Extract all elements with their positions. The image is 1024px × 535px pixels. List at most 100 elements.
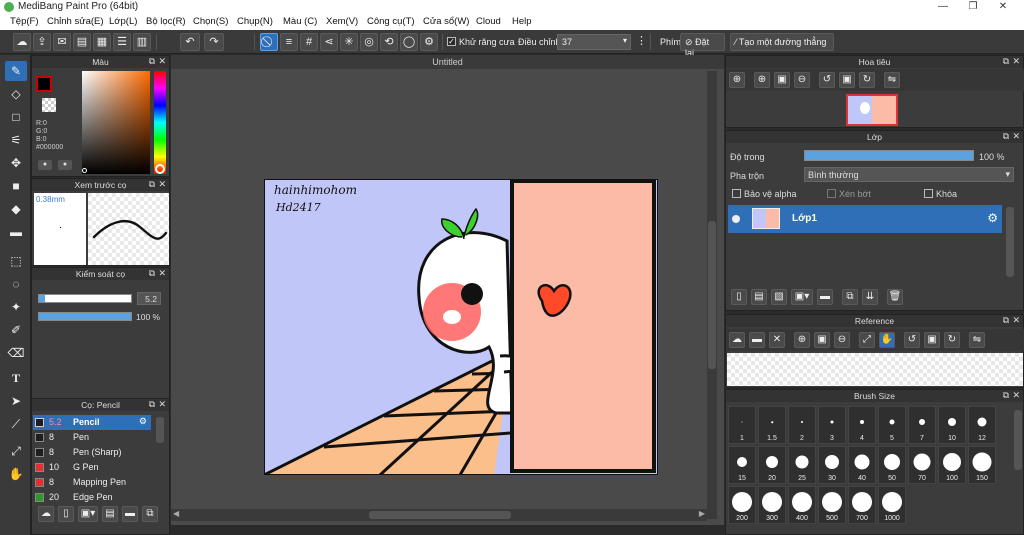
foreground-color-swatch[interactable] bbox=[36, 76, 52, 92]
add-brush-menu-icon[interactable]: ▣▾ bbox=[78, 506, 98, 522]
snap-off-icon[interactable]: ⃠ bbox=[260, 33, 278, 51]
brush-size-preset-2[interactable]: 2 bbox=[788, 406, 816, 444]
undock-icon[interactable]: ⧉ bbox=[149, 179, 155, 190]
brush-item-g-pen[interactable]: 10 G Pen bbox=[33, 460, 151, 475]
menu-tools[interactable]: Công cụ(T) bbox=[367, 16, 415, 27]
saturation-value-picker[interactable] bbox=[82, 71, 150, 174]
parallel-snap-icon[interactable]: ≡ bbox=[280, 33, 298, 51]
hue-slider[interactable] bbox=[154, 71, 166, 174]
menu-filter[interactable]: Bộ lọc(R) bbox=[146, 16, 186, 27]
ellipse-snap-icon[interactable]: ◯ bbox=[400, 33, 418, 51]
reference-image-area[interactable] bbox=[727, 353, 1023, 386]
blend-mode-select[interactable]: Bình thường ▾ bbox=[804, 167, 1014, 182]
undo-icon[interactable]: ↶ bbox=[180, 33, 200, 51]
brush-item-pen-sharp[interactable]: 8 Pen (Sharp) bbox=[33, 445, 151, 460]
operation-tool-icon[interactable]: ➤ bbox=[5, 391, 27, 411]
delete-layer-icon[interactable]: 🗑 bbox=[887, 289, 903, 305]
undock-icon[interactable]: ⧉ bbox=[1003, 131, 1009, 142]
menu-edit[interactable]: Chỉnh sửa(E) bbox=[47, 16, 104, 27]
brush-size-slider[interactable] bbox=[38, 294, 132, 303]
rect-tool-icon[interactable]: □ bbox=[5, 107, 27, 127]
add-layer-menu-icon[interactable]: ▣▾ bbox=[791, 289, 813, 305]
restore-button[interactable]: ❐ bbox=[958, 0, 988, 14]
brush-size-preset-12[interactable]: 12 bbox=[968, 406, 996, 444]
make-straight-line-button[interactable]: ⁄ Tạo một đường thẳng bbox=[730, 33, 834, 51]
rotate-left-icon[interactable]: ↺ bbox=[819, 72, 835, 88]
brush-size-preset-1-5[interactable]: 1.5 bbox=[758, 406, 786, 444]
chat-icon[interactable]: ✉ bbox=[53, 33, 71, 51]
brush-size-preset-10[interactable]: 10 bbox=[938, 406, 966, 444]
select-eraser-icon[interactable]: ⌫ bbox=[5, 343, 27, 363]
hand-icon[interactable]: ✋ bbox=[879, 332, 895, 348]
brush-size-value[interactable]: 5.2 bbox=[137, 292, 161, 305]
new-brush-icon[interactable]: ▯ bbox=[58, 506, 74, 522]
dot-tool-icon[interactable]: ⚟ bbox=[5, 130, 27, 150]
brush-size-preset-1000[interactable]: 1000 bbox=[878, 486, 906, 524]
brush-tool-icon[interactable]: ✎ bbox=[5, 61, 27, 81]
eyedropper-icon[interactable]: ⤢ bbox=[5, 441, 27, 461]
menu-layer[interactable]: Lớp(L) bbox=[109, 16, 137, 27]
horizontal-scrollbar[interactable]: ◀ ▶ bbox=[171, 509, 707, 521]
brush-size-preset-100[interactable]: 100 bbox=[938, 446, 966, 484]
brush-item-pen[interactable]: 8 Pen bbox=[33, 430, 151, 445]
scroll-left-icon[interactable]: ◀ bbox=[173, 509, 179, 518]
text-tool-icon[interactable]: T bbox=[5, 368, 27, 388]
duplicate-layer-icon[interactable]: ⧉ bbox=[842, 289, 858, 305]
panel-close-icon[interactable]: ✕ bbox=[158, 268, 166, 279]
brush-size-preset-50[interactable]: 50 bbox=[878, 446, 906, 484]
brush-size-preset-20[interactable]: 20 bbox=[758, 446, 786, 484]
vertical-scroll-thumb[interactable] bbox=[708, 221, 716, 369]
list-icon[interactable]: ☰ bbox=[113, 33, 131, 51]
undock-icon[interactable]: ⧉ bbox=[1003, 56, 1009, 67]
share-icon[interactable]: ⇪ bbox=[33, 33, 51, 51]
rotate-right-icon[interactable]: ↻ bbox=[944, 332, 960, 348]
panel-close-icon[interactable]: ✕ bbox=[158, 179, 166, 190]
brush-size-preset-5[interactable]: 5 bbox=[878, 406, 906, 444]
brush-item-mapping-pen[interactable]: 8 Mapping Pen bbox=[33, 475, 151, 490]
menu-view[interactable]: Xem(V) bbox=[326, 16, 358, 27]
redo-icon[interactable]: ↷ bbox=[204, 33, 224, 51]
lock-checkbox[interactable] bbox=[924, 189, 933, 198]
background-color-swatch[interactable] bbox=[42, 98, 56, 112]
grid-snap-icon[interactable]: # bbox=[300, 33, 318, 51]
layer-scrollbar[interactable] bbox=[1006, 207, 1014, 277]
brush-size-preset-1[interactable]: 1 bbox=[728, 406, 756, 444]
menu-color[interactable]: Màu (C) bbox=[283, 16, 317, 27]
new-layer-icon[interactable]: ▯ bbox=[731, 289, 747, 305]
bucket-tool-icon[interactable]: ◆ bbox=[5, 199, 27, 219]
panel-close-icon[interactable]: ✕ bbox=[1012, 390, 1020, 401]
move-tool-icon[interactable]: ✥ bbox=[5, 153, 27, 173]
vanish-snap-icon[interactable]: ⋖ bbox=[320, 33, 338, 51]
eraser-tool-icon[interactable]: ◇ bbox=[5, 84, 27, 104]
duplicate-brush-icon[interactable]: ⧉ bbox=[142, 506, 158, 522]
brush-item-pencil[interactable]: 5.2 Pencil ⚙ bbox=[33, 415, 151, 430]
zoom-in-icon[interactable]: ⊕ bbox=[754, 72, 770, 88]
rotate-left-icon[interactable]: ↺ bbox=[904, 332, 920, 348]
brush-item-edge-pen[interactable]: 20 Edge Pen bbox=[33, 490, 151, 503]
brush-size-preset-400[interactable]: 400 bbox=[788, 486, 816, 524]
menu-select[interactable]: Chọn(S) bbox=[193, 16, 228, 27]
fill-rect-tool-icon[interactable]: ■ bbox=[5, 176, 27, 196]
layer-opacity-slider[interactable] bbox=[804, 150, 974, 161]
cloud-open-icon[interactable]: ☁ bbox=[729, 332, 745, 348]
comic-icon[interactable]: ▦ bbox=[93, 33, 111, 51]
hand-tool-icon[interactable]: ✋ bbox=[5, 464, 27, 484]
brush-size-preset-70[interactable]: 70 bbox=[908, 446, 936, 484]
settings-gear-icon[interactable]: ⚙ bbox=[420, 33, 438, 51]
merge-down-icon[interactable]: ⇊ bbox=[862, 289, 878, 305]
lasso-tool-icon[interactable]: ◌ bbox=[5, 274, 27, 294]
cloud-icon[interactable]: ☁ bbox=[13, 33, 31, 51]
reset-rotate-icon[interactable]: ▣ bbox=[924, 332, 940, 348]
color-picker-handle[interactable] bbox=[82, 168, 87, 173]
circle-snap-icon[interactable]: ◎ bbox=[360, 33, 378, 51]
zoom-out-icon[interactable]: ⊖ bbox=[794, 72, 810, 88]
magic-wand-icon[interactable]: ✦ bbox=[5, 297, 27, 317]
fit-window-icon[interactable]: ▣ bbox=[774, 72, 790, 88]
open-folder-icon[interactable]: ▬ bbox=[749, 332, 765, 348]
zoom-out-icon[interactable]: ⊖ bbox=[834, 332, 850, 348]
brush-properties-icon[interactable]: ▤ bbox=[102, 506, 118, 522]
undock-icon[interactable]: ⧉ bbox=[1003, 315, 1009, 326]
rotate-right-icon[interactable]: ↻ bbox=[859, 72, 875, 88]
close-reference-icon[interactable]: ✕ bbox=[769, 332, 785, 348]
brush-opacity-slider[interactable] bbox=[38, 312, 132, 321]
